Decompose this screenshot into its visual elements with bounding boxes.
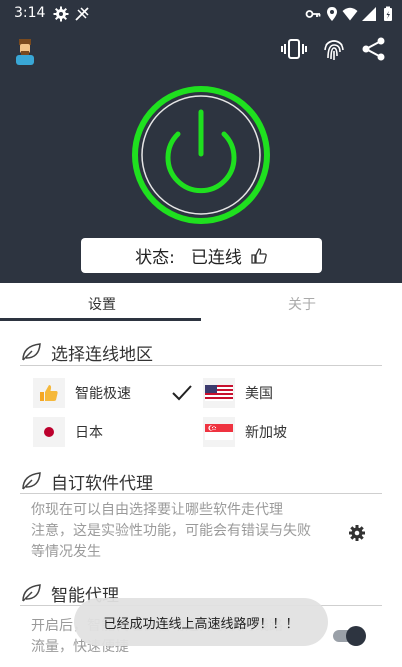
region-item-japan[interactable]: 日本 — [33, 417, 103, 447]
smart-proxy-toggle[interactable] — [333, 625, 367, 647]
wifi-icon — [342, 7, 358, 21]
region-item-singapore[interactable]: 新加坡 — [203, 417, 287, 447]
japan-flag-icon — [39, 424, 59, 440]
power-button[interactable] — [130, 84, 272, 226]
us-flag-icon — [205, 385, 233, 401]
status-value: 已连线 — [190, 248, 242, 268]
cell-signal-icon — [362, 7, 376, 21]
leaf-icon — [22, 472, 41, 490]
no-signal-icon — [75, 7, 89, 21]
connection-status-card: 状态: 已连线 — [81, 238, 322, 273]
divider — [20, 365, 382, 366]
battery-icon — [384, 6, 392, 21]
leaf-icon — [22, 343, 41, 361]
divider — [20, 493, 382, 494]
vpn-key-icon — [305, 10, 321, 18]
thumbs-up-icon — [40, 385, 58, 401]
tab-settings[interactable]: 设置 — [88, 294, 116, 314]
singapore-flag-icon — [205, 424, 233, 440]
status-label: 状态: — [135, 248, 175, 268]
region-item-smart[interactable]: 智能极速 — [33, 378, 131, 408]
leaf-icon — [22, 584, 41, 602]
region-section-title: 选择连线地区 — [20, 341, 153, 365]
gear-icon[interactable] — [348, 524, 366, 542]
tab-bar: 设置 关于 — [0, 283, 402, 323]
custom-proxy-section-title: 自订软件代理 — [20, 470, 153, 494]
share-icon[interactable] — [361, 36, 387, 62]
thumbs-up-icon — [251, 247, 267, 264]
settings-status-icon — [53, 6, 69, 22]
status-time: 3:14 — [14, 5, 46, 21]
location-icon — [327, 7, 337, 21]
status-bar: 3:14 — [0, 0, 402, 28]
vibrate-icon[interactable] — [281, 36, 307, 62]
custom-proxy-description: 你现在可以自由选择要让哪些软件走代理 注意，这是实验性功能，可能会有错误与失败 … — [31, 502, 311, 560]
japan-flag-badge — [33, 417, 65, 447]
singapore-flag-badge — [203, 417, 235, 447]
toast-message: 已经成功连线上高速线路啰！！！ — [74, 598, 328, 646]
tab-indicator — [0, 318, 201, 321]
avatar[interactable] — [12, 36, 38, 66]
thumbs-up-badge — [33, 378, 65, 408]
tab-about[interactable]: 关于 — [288, 294, 316, 314]
us-flag-badge — [203, 378, 235, 408]
region-item-us[interactable]: 美国 — [203, 378, 273, 408]
fingerprint-icon[interactable] — [321, 36, 347, 62]
check-icon — [172, 385, 192, 401]
